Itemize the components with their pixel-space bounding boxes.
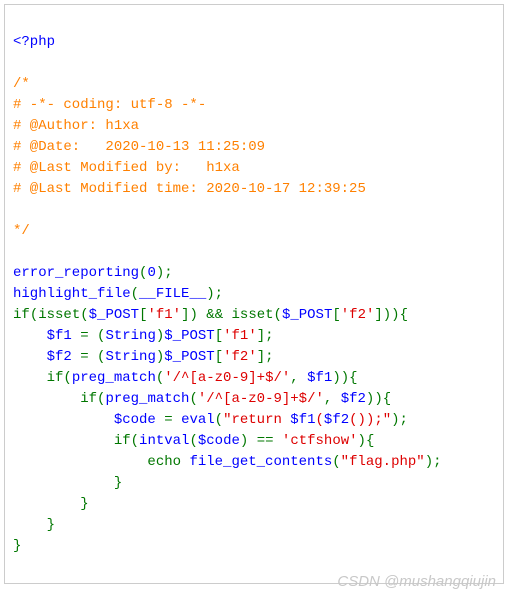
op-and: &&	[206, 307, 223, 323]
paren: (	[131, 286, 139, 302]
paren: (	[80, 307, 88, 323]
var-f1: $f1	[290, 412, 315, 428]
var-post: $_POST	[164, 349, 214, 365]
str-regex: '/^[a-z0-9]+$/'	[198, 391, 324, 407]
fn-eval: eval	[181, 412, 215, 428]
comment-line: # @Last Modified by: h1xa	[13, 160, 240, 176]
paren: );	[206, 286, 223, 302]
var-f2: $f2	[324, 412, 349, 428]
bracket: [	[215, 349, 223, 365]
cast-string: String	[105, 328, 155, 344]
kw-echo: echo	[147, 454, 181, 470]
brace: }	[80, 496, 88, 512]
bracket: [	[215, 328, 223, 344]
paren: (	[274, 307, 282, 323]
fn-preg-match: preg_match	[72, 370, 156, 386]
op-assign: =	[164, 412, 172, 428]
paren: (	[332, 454, 340, 470]
str-eval-p1: "return	[223, 412, 290, 428]
paren: (	[63, 370, 71, 386]
paren: );	[425, 454, 442, 470]
comment-line: # -*- coding: utf-8 -*-	[13, 97, 206, 113]
kw-if: if	[47, 370, 64, 386]
var-code: $code	[198, 433, 240, 449]
number: 0	[147, 265, 155, 281]
bracket: ])){	[374, 307, 408, 323]
paren	[223, 307, 231, 323]
fn-isset: isset	[232, 307, 274, 323]
cast-string: String	[105, 349, 155, 365]
str-f1: 'f1'	[223, 328, 257, 344]
fn-intval: intval	[139, 433, 189, 449]
str-ctfshow: 'ctfshow'	[282, 433, 358, 449]
bracket: [	[332, 307, 340, 323]
fn-file-get-contents: file_get_contents	[189, 454, 332, 470]
kw-if: if	[114, 433, 131, 449]
str-f2: 'f2'	[223, 349, 257, 365]
var-code: $code	[114, 412, 156, 428]
var-post: $_POST	[282, 307, 332, 323]
paren: ){	[358, 433, 375, 449]
op-assign: =	[80, 349, 88, 365]
str-eval-p3: ());"	[349, 412, 391, 428]
kw-if: if	[13, 307, 30, 323]
paren: );	[156, 265, 173, 281]
brace: }	[13, 538, 21, 554]
bracket: ])	[181, 307, 206, 323]
comment-line: # @Author: h1xa	[13, 118, 139, 134]
paren: (	[131, 433, 139, 449]
brace: }	[47, 517, 55, 533]
str-flag: "flag.php"	[341, 454, 425, 470]
bracket: ];	[257, 328, 274, 344]
var-f2: $f2	[341, 391, 366, 407]
paren: (	[156, 370, 164, 386]
str-f2: 'f2'	[341, 307, 375, 323]
paren: );	[391, 412, 408, 428]
comment-line: # @Date: 2020-10-13 11:25:09	[13, 139, 265, 155]
paren: (	[189, 433, 197, 449]
kw-if: if	[80, 391, 97, 407]
comment-line: */	[13, 223, 30, 239]
op-assign: =	[80, 328, 88, 344]
fn-preg-match: preg_match	[105, 391, 189, 407]
str-f1: 'f1'	[147, 307, 181, 323]
const-file: __FILE__	[139, 286, 206, 302]
fn-error-reporting: error_reporting	[13, 265, 139, 281]
paren: )){	[332, 370, 357, 386]
op-eq: ==	[257, 433, 274, 449]
brace: }	[114, 475, 122, 491]
php-open-tag: <?php	[13, 34, 55, 50]
comment-line: # @Last Modified time: 2020-10-17 12:39:…	[13, 181, 366, 197]
var-f1: $f1	[47, 328, 72, 344]
var-f2: $f2	[47, 349, 72, 365]
bracket: ];	[257, 349, 274, 365]
paren: (	[215, 412, 223, 428]
str-regex: '/^[a-z0-9]+$/'	[164, 370, 290, 386]
paren: )){	[366, 391, 391, 407]
fn-highlight-file: highlight_file	[13, 286, 131, 302]
var-f1: $f1	[307, 370, 332, 386]
var-post: $_POST	[89, 307, 139, 323]
watermark: CSDN @mushangqiujin	[337, 573, 496, 590]
paren: (	[189, 391, 197, 407]
comma: ,	[290, 370, 307, 386]
str-eval-p2: (	[316, 412, 324, 428]
php-code-block: <?php /* # -*- coding: utf-8 -*- # @Auth…	[4, 4, 504, 584]
fn-isset: isset	[38, 307, 80, 323]
paren: (	[30, 307, 38, 323]
paren: )	[240, 433, 257, 449]
comment-line: /*	[13, 76, 30, 92]
comma: ,	[324, 391, 341, 407]
var-post: $_POST	[164, 328, 214, 344]
